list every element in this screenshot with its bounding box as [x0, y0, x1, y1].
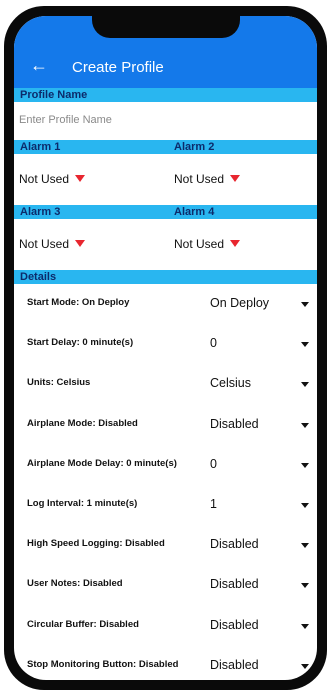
dropdown-arrow-icon	[75, 240, 86, 248]
detail-row-airplane-mode[interactable]: Airplane Mode: Disabled Disabled	[14, 405, 317, 445]
dropdown-caret-icon	[301, 342, 309, 348]
setting-value: Disabled	[210, 617, 259, 632]
setting-label: Units: Celsius	[27, 377, 91, 389]
setting-label: Airplane Mode Delay: 0 minute(s)	[27, 457, 177, 469]
dropdown-caret-icon	[301, 623, 309, 629]
dropdown-arrow-icon	[75, 175, 86, 183]
setting-value: On Deploy	[210, 296, 270, 310]
profile-name-label: Profile Name	[20, 89, 88, 101]
detail-row-circular-buffer[interactable]: Circular Buffer: Disabled Disabled	[14, 606, 317, 646]
dropdown-caret-icon	[301, 382, 309, 388]
setting-value: 0	[210, 336, 217, 351]
setting-label: User Notes: Disabled	[27, 578, 123, 590]
setting-label: High Speed Logging: Disabled	[27, 538, 165, 550]
setting-label: Stop Monitoring Button: Disabled	[27, 658, 179, 670]
setting-value: Disabled	[210, 657, 259, 672]
form-content: Profile Name Enter Profile Name Alarm 1 …	[14, 88, 317, 680]
dropdown-arrow-icon	[230, 175, 241, 183]
details-label: Details	[20, 271, 57, 283]
profile-name-placeholder: Enter Profile Name	[19, 114, 112, 126]
alarm-3-dropdown[interactable]: Not Used	[19, 237, 86, 251]
detail-row-airplane-mode-delay[interactable]: Airplane Mode Delay: 0 minute(s) 0	[14, 445, 317, 485]
detail-row-units[interactable]: Units: Celsius Celsius	[14, 364, 317, 404]
alarm-1-dropdown[interactable]: Not Used	[19, 172, 86, 186]
profile-name-input[interactable]: Enter Profile Name	[14, 102, 317, 140]
setting-label: Circular Buffer: Disabled	[27, 618, 139, 630]
detail-row-log-interval[interactable]: Log Interval: 1 minute(s) 1	[14, 485, 317, 525]
setting-label: Start Mode: On Deploy	[27, 297, 130, 308]
dropdown-caret-icon	[301, 543, 309, 549]
alarm-2-label: Alarm 2	[174, 141, 215, 153]
setting-value: Disabled	[210, 577, 259, 592]
app-screen: ← Create Profile Profile Name Enter Prof…	[14, 16, 317, 680]
detail-row-start-delay[interactable]: Start Delay: 0 minute(s) 0	[14, 324, 317, 364]
setting-label: Airplane Mode: Disabled	[27, 417, 138, 429]
alarm-1-2-row: Not Used Not Used	[14, 154, 317, 205]
alarm-3-4-section-header: Alarm 3 Alarm 4	[14, 205, 317, 219]
setting-value: Disabled	[210, 416, 259, 431]
setting-label: Log Interval: 1 minute(s)	[27, 497, 138, 509]
dropdown-caret-icon	[301, 422, 309, 428]
setting-value: Disabled	[210, 537, 259, 552]
details-section-header: Details	[14, 270, 317, 284]
detail-row-start-mode[interactable]: Start Mode: On Deploy On Deploy	[14, 284, 317, 324]
dropdown-caret-icon	[301, 502, 309, 508]
dropdown-caret-icon	[301, 583, 309, 589]
alarm-4-dropdown[interactable]: Not Used	[174, 237, 241, 251]
phone-frame: ← Create Profile Profile Name Enter Prof…	[4, 6, 327, 690]
alarm-2-value: Not Used	[174, 172, 225, 186]
dropdown-arrow-icon	[230, 240, 241, 248]
alarm-2-dropdown[interactable]: Not Used	[174, 172, 241, 186]
setting-value: 0	[210, 456, 217, 471]
back-arrow-icon[interactable]: ←	[30, 56, 48, 74]
alarm-4-value: Not Used	[174, 237, 225, 251]
alarm-3-label: Alarm 3	[20, 206, 61, 218]
profile-name-section-header: Profile Name	[14, 88, 317, 102]
alarm-3-value: Not Used	[19, 237, 70, 251]
dropdown-caret-icon	[301, 462, 309, 468]
app-header: ← Create Profile	[14, 16, 317, 88]
detail-row-user-notes[interactable]: User Notes: Disabled Disabled	[14, 565, 317, 605]
alarm-1-value: Not Used	[19, 172, 70, 186]
alarm-1-2-section-header: Alarm 1 Alarm 2	[14, 140, 317, 154]
alarm-3-4-row: Not Used Not Used	[14, 219, 317, 270]
dropdown-caret-icon	[301, 663, 309, 669]
detail-row-high-speed-logging[interactable]: High Speed Logging: Disabled Disabled	[14, 525, 317, 565]
phone-notch	[92, 16, 240, 38]
page-title: Create Profile	[72, 59, 164, 76]
setting-label: Start Delay: 0 minute(s)	[27, 337, 134, 349]
dropdown-caret-icon	[301, 302, 309, 307]
setting-value: 1	[210, 496, 217, 511]
detail-row-stop-monitoring-button[interactable]: Stop Monitoring Button: Disabled Disable…	[14, 646, 317, 680]
alarm-1-label: Alarm 1	[20, 141, 61, 153]
alarm-4-label: Alarm 4	[174, 206, 215, 218]
setting-value: Celsius	[210, 376, 251, 391]
